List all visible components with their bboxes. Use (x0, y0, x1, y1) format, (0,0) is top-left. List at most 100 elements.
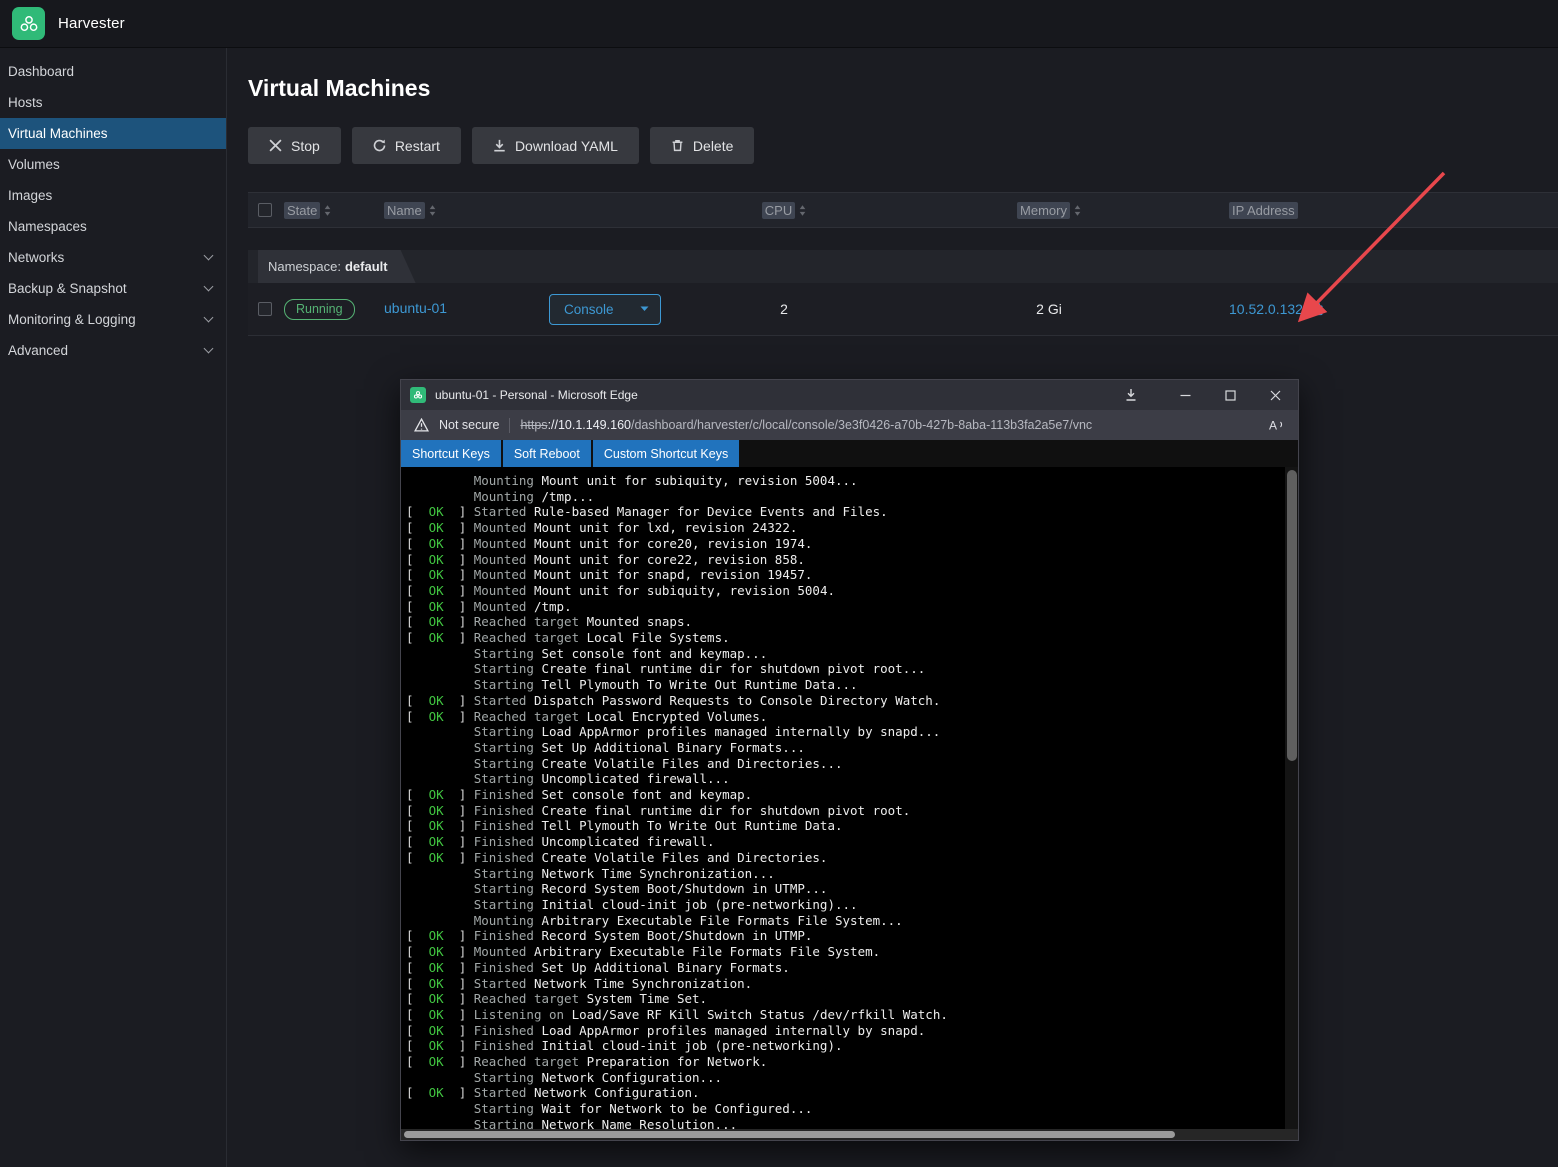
console-line: [ OK ] Reached target Local File Systems… (406, 630, 1284, 646)
page-title: Virtual Machines (248, 75, 1558, 102)
table-header-row: State Name CPU Memory IP Address (248, 192, 1558, 228)
console-line: [ OK ] Finished Set console font and key… (406, 787, 1284, 803)
horizontal-scrollbar[interactable] (401, 1129, 1298, 1140)
sidebar-item-dashboard[interactable]: Dashboard (0, 56, 226, 87)
console-line: [ OK ] Finished Create final runtime dir… (406, 803, 1284, 819)
state-header-label: State (284, 202, 320, 219)
horizontal-scrollbar-thumb[interactable] (404, 1131, 1175, 1138)
chevron-down-icon (204, 282, 214, 292)
column-header-ip-address[interactable]: IP Address (1229, 202, 1558, 219)
sidebar-item-hosts[interactable]: Hosts (0, 87, 226, 118)
svg-text:A: A (1269, 419, 1277, 433)
sidebar-item-namespaces[interactable]: Namespaces (0, 211, 226, 242)
column-header-memory[interactable]: Memory (869, 202, 1229, 219)
delete-button[interactable]: Delete (650, 127, 754, 164)
console-line: Starting Record System Boot/Shutdown in … (406, 881, 1284, 897)
sidebar-item-label: Volumes (8, 157, 60, 172)
sort-icon (324, 205, 331, 216)
sort-icon (429, 205, 436, 216)
console-screen[interactable]: Mounting Mount unit for subiquity, revis… (401, 467, 1298, 1129)
restart-icon (373, 139, 386, 152)
column-header-state[interactable]: State (284, 202, 384, 219)
address-bar[interactable]: Not secure https://10.1.149.160/dashboar… (401, 410, 1298, 440)
chevron-down-icon (204, 344, 214, 354)
console-log: Mounting Mount unit for subiquity, revis… (406, 473, 1284, 1129)
vnc-toolbar-button-soft-reboot[interactable]: Soft Reboot (503, 440, 591, 467)
console-line: [ OK ] Mounted Arbitrary Executable File… (406, 944, 1284, 960)
url-scheme: https (520, 418, 547, 432)
namespace-value: default (345, 259, 388, 274)
console-line: [ OK ] Mounted Mount unit for core22, re… (406, 552, 1284, 568)
divider (509, 418, 510, 433)
trash-icon (671, 139, 684, 152)
vm-name-link[interactable]: ubuntu-01 (384, 300, 447, 316)
console-line: [ OK ] Finished Initial cloud-init job (… (406, 1038, 1284, 1054)
maximize-button[interactable] (1208, 380, 1253, 410)
close-button[interactable] (1253, 380, 1298, 410)
column-header-name[interactable]: Name (384, 202, 549, 219)
security-label: Not secure (439, 418, 499, 432)
app-name: Harvester (58, 15, 125, 32)
sort-icon (1074, 205, 1081, 216)
restart-label: Restart (395, 138, 440, 154)
console-line: [ OK ] Finished Set Up Additional Binary… (406, 960, 1284, 976)
status-badge: Running (284, 299, 355, 320)
sidebar-item-images[interactable]: Images (0, 180, 226, 211)
sidebar-item-label: Advanced (8, 343, 68, 358)
edge-title-bar[interactable]: ubuntu-01 - Personal - Microsoft Edge (401, 380, 1298, 410)
url-text: https://10.1.149.160/dashboard/harvester… (520, 418, 1092, 432)
sidebar-item-volumes[interactable]: Volumes (0, 149, 226, 180)
vnc-toolbar-button-custom-shortcut-keys[interactable]: Custom Shortcut Keys (593, 440, 739, 467)
minimize-button[interactable] (1163, 380, 1208, 410)
stop-label: Stop (291, 138, 320, 154)
console-line: [ OK ] Started Rule-based Manager for De… (406, 504, 1284, 520)
ip-address-value: 10.52.0.132 (1229, 301, 1303, 317)
namespace-group-tab: Namespace: default (258, 250, 416, 283)
restart-button[interactable]: Restart (352, 127, 461, 164)
vnc-toolbar-button-shortcut-keys[interactable]: Shortcut Keys (401, 440, 501, 467)
window-controls (1108, 380, 1298, 410)
console-line: [ OK ] Finished Record System Boot/Shutd… (406, 928, 1284, 944)
chevron-down-icon (204, 251, 214, 261)
row-checkbox[interactable] (258, 302, 272, 316)
download-yaml-button[interactable]: Download YAML (472, 127, 639, 164)
harvester-favicon-icon (410, 387, 426, 403)
download-yaml-label: Download YAML (515, 138, 618, 154)
copy-icon[interactable] (1310, 302, 1324, 316)
column-header-cpu[interactable]: CPU (699, 202, 869, 219)
ip-header-label: IP Address (1229, 202, 1298, 219)
sidebar-item-networks[interactable]: Networks (0, 242, 226, 273)
console-line: Starting Create final runtime dir for sh… (406, 661, 1284, 677)
vnc-toolbar: Shortcut KeysSoft RebootCustom Shortcut … (401, 440, 1298, 467)
console-line: [ OK ] Mounted Mount unit for core20, re… (406, 536, 1284, 552)
console-dropdown-button[interactable]: Console (549, 294, 661, 325)
sidebar-item-label: Images (8, 188, 52, 203)
console-line: Starting Tell Plymouth To Write Out Runt… (406, 677, 1284, 693)
console-line: Mounting Arbitrary Executable File Forma… (406, 913, 1284, 929)
download-icon (493, 139, 506, 152)
sidebar-item-advanced[interactable]: Advanced (0, 335, 226, 366)
window-title: ubuntu-01 - Personal - Microsoft Edge (435, 388, 638, 402)
sort-icon (799, 205, 806, 216)
read-aloud-icon[interactable]: A (1268, 418, 1285, 432)
stop-button[interactable]: Stop (248, 127, 341, 164)
console-line: Starting Network Configuration... (406, 1070, 1284, 1086)
vertical-scrollbar[interactable] (1285, 467, 1298, 1129)
console-line: Starting Wait for Network to be Configur… (406, 1101, 1284, 1117)
console-line: [ OK ] Reached target Local Encrypted Vo… (406, 709, 1284, 725)
url-path: /dashboard/harvester/c/local/console/3e3… (631, 418, 1092, 432)
downloads-icon[interactable] (1108, 380, 1153, 410)
console-line: Starting Create Volatile Files and Direc… (406, 756, 1284, 772)
sidebar-item-label: Hosts (8, 95, 43, 110)
console-line: Starting Uncomplicated firewall... (406, 771, 1284, 787)
sidebar-item-virtual-machines[interactable]: Virtual Machines (0, 118, 226, 149)
sidebar-item-backup-snapshot[interactable]: Backup & Snapshot (0, 273, 226, 304)
console-line: [ OK ] Finished Load AppArmor profiles m… (406, 1023, 1284, 1039)
select-all-checkbox[interactable] (258, 203, 272, 217)
sidebar-item-monitoring-logging[interactable]: Monitoring & Logging (0, 304, 226, 335)
vertical-scrollbar-thumb[interactable] (1287, 470, 1297, 761)
console-line: [ OK ] Reached target Mounted snaps. (406, 614, 1284, 630)
console-line: [ OK ] Started Network Time Synchronizat… (406, 976, 1284, 992)
console-line: [ OK ] Mounted Mount unit for subiquity,… (406, 583, 1284, 599)
namespace-group-row: Namespace: default (248, 250, 1558, 283)
